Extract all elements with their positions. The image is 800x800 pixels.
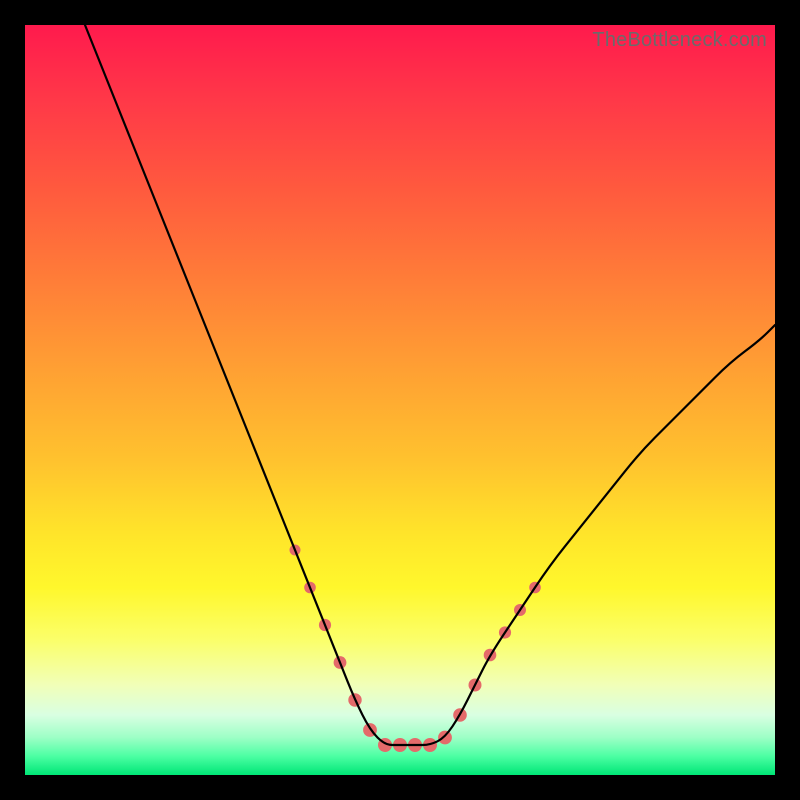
chart-svg xyxy=(25,25,775,775)
chart-frame: TheBottleneck.com xyxy=(25,25,775,775)
marker-group xyxy=(290,545,541,753)
highlight-dot xyxy=(438,731,452,745)
watermark-text: TheBottleneck.com xyxy=(592,29,767,52)
bottleneck-curve xyxy=(85,25,775,745)
